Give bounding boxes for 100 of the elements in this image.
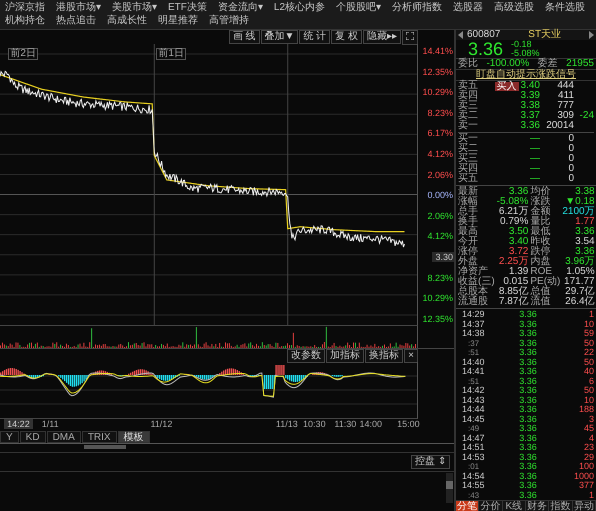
time-axis-label: 15:00 [397,419,420,429]
field-value: -100.00% [486,59,530,69]
menu-item[interactable]: 机构持仓 [5,15,45,27]
chart-tool-button[interactable]: 复 权 [331,30,362,44]
stat-value: 3.50 [508,227,528,237]
signal-link[interactable]: 盯盘自动提示涨跌信号 [476,69,576,80]
tick-time: :37 [467,338,480,348]
order-price: 3.36 [520,121,540,131]
panel-tab[interactable]: 异动 [572,501,596,511]
tick-volume: 1 [588,490,594,500]
tick-time: 14:44 [462,405,486,414]
order-price: — [530,154,540,164]
tick-time: 14:29 [462,310,486,320]
chart-tool-button[interactable]: 叠加▼ [260,30,298,44]
tick-volume: 29 [582,452,594,462]
axis-label: 2.06% [427,210,454,221]
panel-tab[interactable]: 财务 [526,501,550,511]
axis-label: 10.29% [422,293,454,304]
stat-value: 26.4亿 [564,297,595,307]
chart-tool-button[interactable]: 画 线 [228,30,260,44]
menu-item[interactable]: L2核心内参 [274,2,326,14]
tick-price: 3.36 [518,367,538,376]
stat-value: 2100万 [562,207,595,217]
indicator-tab[interactable]: Y [0,431,19,443]
stat-label: 昨收 [530,237,552,247]
menu-item[interactable]: 热点追击 [56,15,96,27]
order-price: 3.37 [520,111,540,121]
menu-item[interactable]: 高成长性 [107,15,147,27]
time-axis-label: 10:30 [303,419,326,429]
chart-tool-button[interactable]: 隐藏▸▸ [363,30,401,44]
stat-value: 6.21万 [498,207,528,217]
menu-item[interactable]: 港股市场▾ [56,2,101,14]
tick-time: 14:51 [462,443,486,452]
menu-item[interactable]: 明星推荐 [158,15,198,27]
tick-price: 3.36 [518,490,538,500]
menu-item[interactable]: ETF决策 [168,2,207,14]
order-price: 3.38 [520,101,540,111]
tick-price: 3.36 [518,310,538,320]
order-level-label: 卖四 [458,91,479,101]
field-value: 21955 [566,59,594,69]
indicator-tab[interactable]: KD [20,431,46,443]
panel-tab[interactable]: 分价 [479,501,503,511]
menu-item[interactable]: 选股器 [453,2,484,14]
indicator-button[interactable]: 换指标 [365,348,404,362]
stat-value: 2.25万 [498,257,528,267]
control-panel-button[interactable]: 控盘 ⇕ [411,455,450,469]
order-level-label: 买三 [458,154,479,164]
tick-volume: 188 [578,405,594,414]
panel-tab[interactable]: 分笔 [456,501,480,511]
tick-time: 14:53 [462,452,486,462]
stock-name: ST天业 [527,30,562,40]
buy-button[interactable]: 买入 [494,82,519,90]
tick-time: :43 [467,490,480,500]
stat-label: 外盘 [458,257,478,267]
panel-tab[interactable]: K线 [502,501,526,511]
field-label: 委比 [458,59,478,69]
menu-item[interactable]: 条件选股 [545,2,586,14]
tick-price: 3.36 [518,396,538,405]
tick-time: :49 [467,424,480,434]
time-axis-label: 11:30 [334,419,356,429]
axis-label: 8.23% [427,108,454,118]
day-label: 前2日 [8,48,38,60]
axis-label: 4.12% [427,231,454,242]
tick-time: 14:55 [462,481,486,490]
chart-tool-button[interactable]: 统 计 [299,30,330,44]
tick-volume: 40 [582,367,594,376]
axis-label: 12.35% [422,66,454,77]
menu-item[interactable]: 高管增持 [209,15,249,27]
stat-label: 内盘 [530,257,552,267]
indicator-button[interactable]: × [404,348,418,362]
order-price: 3.39 [520,91,540,101]
menu-item[interactable]: 资金流向▾ [218,2,263,14]
tick-price: 3.36 [518,452,538,462]
indicator-button[interactable]: 改参数 [287,348,326,362]
panel-tab[interactable]: 指数 [549,501,573,511]
menu-item[interactable]: 沪深京指 [5,2,45,14]
order-price: — [530,134,540,144]
menu-item[interactable]: 个股股吧▾ [336,2,382,14]
tick-volume: 1000 [572,472,594,481]
menu-item[interactable]: 高级选股 [494,2,534,14]
indicator-tab[interactable]: TRIX [82,431,117,443]
menu-item[interactable]: 美股市场▾ [112,2,157,14]
stat-value: 3.40 [508,237,528,247]
indicator-tab[interactable]: 模板 [118,431,150,443]
tick-price: 3.36 [518,386,538,396]
order-volume: 0 [567,154,574,164]
tick-price: 3.36 [518,414,538,424]
stat-value: 3.36 [575,247,595,257]
price-tag: 3.30 [432,252,454,262]
stat-label: 最低 [530,227,552,237]
axis-label: 10.29% [422,87,454,98]
tick-volume: 59 [582,329,594,338]
axis-label: 2.06% [427,170,454,180]
indicator-tab[interactable]: DMA [46,431,81,443]
tick-price: 3.36 [518,376,538,386]
menu-item[interactable]: 分析师指数 [392,2,442,14]
order-volume: 444 [556,81,574,91]
order-level-label: 买二 [458,144,479,154]
tick-volume: 1 [588,310,594,320]
indicator-button[interactable]: 加指标 [326,348,364,362]
